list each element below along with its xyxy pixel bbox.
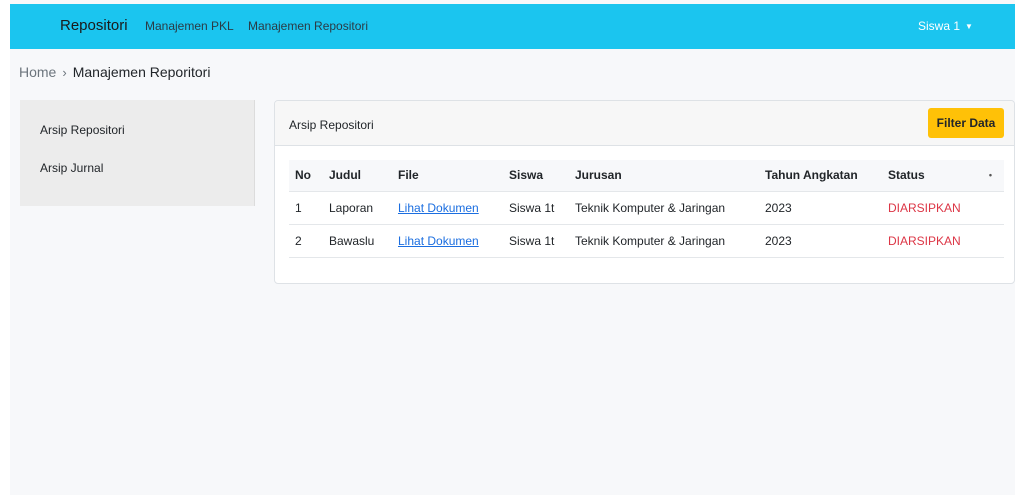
cell-tahun: 2023 — [759, 191, 882, 225]
header-status: Status — [882, 160, 977, 192]
brand-link[interactable]: Repositori — [60, 17, 128, 34]
cell-judul: Laporan — [323, 191, 392, 225]
cell-action — [977, 224, 1004, 258]
caret-down-icon: ▼ — [965, 21, 973, 31]
sidebar: Arsip Repositori Arsip Jurnal — [20, 100, 255, 206]
breadcrumb: Home › Manajemen Reporitori — [19, 64, 210, 80]
cell-file: Lihat Dokumen — [392, 224, 503, 258]
table-row: 2 Bawaslu Lihat Dokumen Siswa 1t Teknik … — [289, 224, 1004, 258]
user-name: Siswa 1 — [918, 19, 961, 33]
cell-file: Lihat Dokumen — [392, 191, 503, 225]
cell-no: 1 — [289, 191, 323, 225]
cell-siswa: Siswa 1t — [503, 224, 569, 258]
card-header: Arsip Repositori Filter Data — [275, 101, 1014, 146]
breadcrumb-home[interactable]: Home — [19, 64, 56, 80]
header-jurusan: Jurusan — [569, 160, 759, 192]
lihat-dokumen-link[interactable]: Lihat Dokumen — [398, 234, 479, 248]
header-no: No — [289, 160, 323, 192]
nav-link-manajemen-repositori[interactable]: Manajemen Repositori — [248, 19, 368, 33]
header-judul: Judul — [323, 160, 392, 192]
breadcrumb-current: Manajemen Reporitori — [72, 64, 211, 80]
breadcrumb-separator: › — [62, 64, 67, 80]
cell-action — [977, 191, 1004, 225]
lihat-dokumen-link[interactable]: Lihat Dokumen — [398, 201, 479, 215]
filter-data-button[interactable]: Filter Data — [928, 108, 1004, 138]
header-action-dot: • — [977, 160, 1004, 192]
app-stage: Repositori Manajemen PKL Manajemen Repos… — [10, 0, 1015, 495]
table-row: 1 Laporan Lihat Dokumen Siswa 1t Teknik … — [289, 191, 1004, 225]
header-tahun-angkatan: Tahun Angkatan — [759, 160, 882, 192]
nav-link-manajemen-pkl[interactable]: Manajemen PKL — [145, 19, 234, 33]
top-navbar: Repositori Manajemen PKL Manajemen Repos… — [10, 4, 1015, 49]
cell-status: DIARSIPKAN — [882, 191, 977, 225]
card-title: Arsip Repositori — [289, 118, 374, 132]
arsip-table: No Judul File Siswa Jurusan Tahun Angkat… — [289, 160, 1004, 258]
header-file: File — [392, 160, 503, 192]
arsip-card: Arsip Repositori Filter Data No Judul Fi… — [274, 100, 1015, 284]
cell-status: DIARSIPKAN — [882, 224, 977, 258]
cell-no: 2 — [289, 224, 323, 258]
cell-siswa: Siswa 1t — [503, 191, 569, 225]
sidebar-item-arsip-jurnal[interactable]: Arsip Jurnal — [40, 161, 103, 175]
cell-judul: Bawaslu — [323, 224, 392, 258]
cell-jurusan: Teknik Komputer & Jaringan — [569, 191, 759, 225]
cell-jurusan: Teknik Komputer & Jaringan — [569, 224, 759, 258]
cell-tahun: 2023 — [759, 224, 882, 258]
table-header-row: No Judul File Siswa Jurusan Tahun Angkat… — [289, 160, 1004, 192]
user-menu-dropdown[interactable]: Siswa 1 ▼ — [918, 19, 973, 33]
header-siswa: Siswa — [503, 160, 569, 192]
sidebar-item-arsip-repositori[interactable]: Arsip Repositori — [40, 123, 125, 137]
